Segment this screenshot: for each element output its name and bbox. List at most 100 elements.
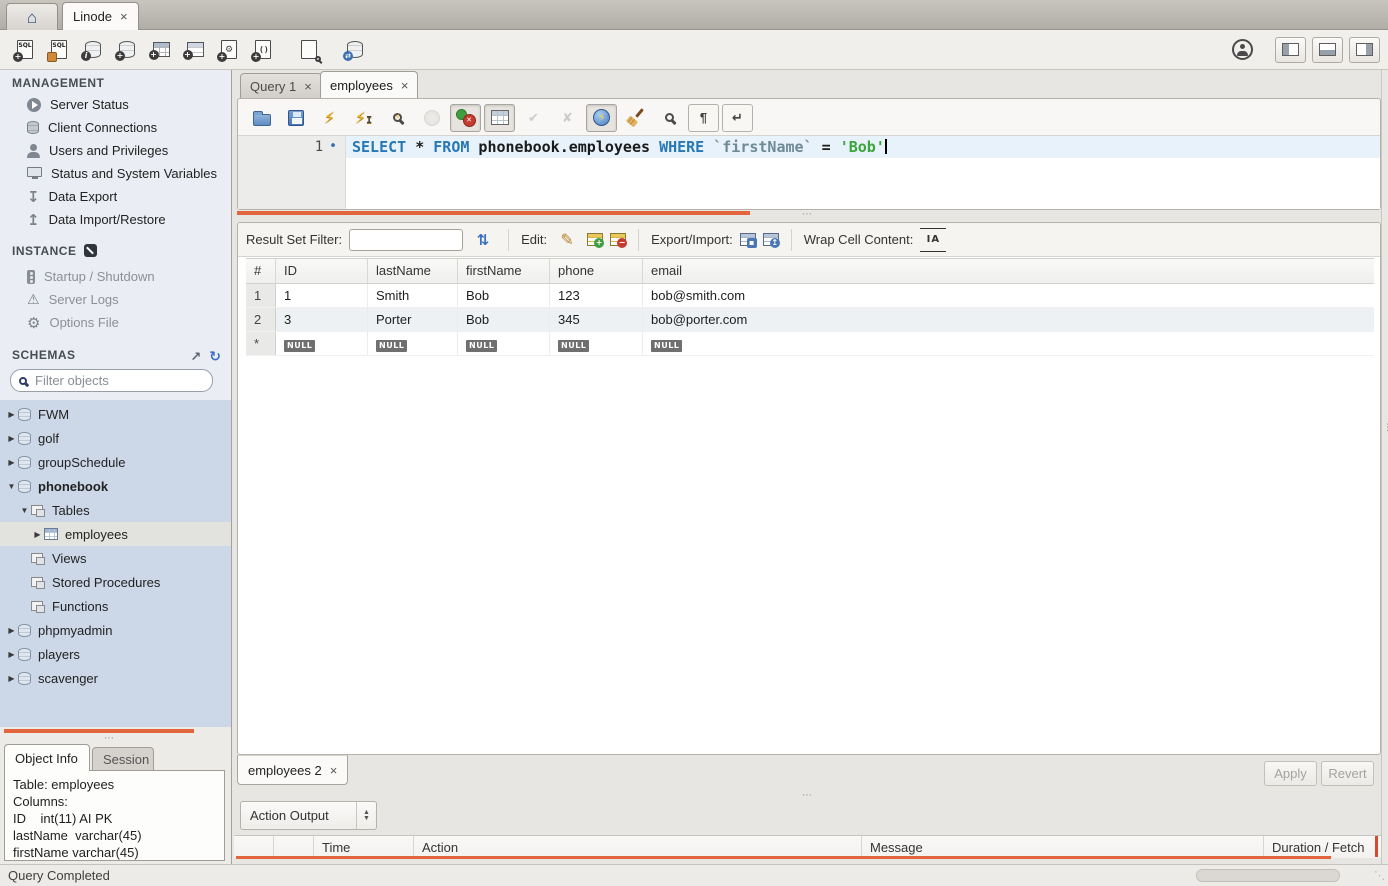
collapsed-expander-icon[interactable] [5,458,18,467]
open-script-button[interactable] [246,104,277,132]
sidebar-item-options-file[interactable]: Options File [0,311,231,334]
home-tab[interactable]: ⌂ [6,3,58,30]
tree-item-stored-procedures[interactable]: Stored Procedures [0,570,231,594]
tab-session[interactable]: Session [92,747,154,771]
output-column-duration-fetch[interactable]: Duration / Fetch [1264,836,1381,858]
import-records-icon[interactable]: ↥ [763,233,779,246]
tree-item-fwm[interactable]: FWM [0,402,231,426]
column-header-blank[interactable]: # [246,259,276,283]
close-icon[interactable]: × [120,9,128,24]
result-cell[interactable]: Smith [368,284,458,307]
result-cell[interactable]: NULL [276,332,368,355]
output-column-time[interactable]: Time [314,836,414,858]
sidebar-splitter-handle[interactable]: ⋯ [104,733,115,744]
output-column-icon[interactable] [234,836,274,858]
result-cell[interactable]: NULL [368,332,458,355]
result-cell[interactable]: bob@porter.com [643,308,1374,331]
autocommit-button[interactable] [586,104,617,132]
column-header-lastname[interactable]: lastName [368,259,458,283]
collapsed-expander-icon[interactable] [5,626,18,635]
word-wrap-button[interactable]: ↵ [722,104,753,132]
sidebar-item-client-connections[interactable]: Client Connections [0,116,231,139]
toggle-output-panel-button[interactable] [1312,37,1343,63]
execute-button[interactable]: ⚡ [314,104,345,132]
schema-filter-input[interactable] [33,372,183,389]
limit-rows-button[interactable] [484,104,515,132]
refresh-results-icon[interactable] [470,228,496,252]
sidebar-item-users-and-privileges[interactable]: Users and Privileges [0,139,231,162]
create-view-button[interactable] [178,35,212,65]
invisible-chars-button[interactable]: ¶ [688,104,719,132]
tree-item-scavenger[interactable]: scavenger [0,666,231,690]
sidebar-item-status-and-system-variables[interactable]: Status and System Variables [0,162,231,185]
apply-button[interactable]: Apply [1264,761,1317,786]
find-button[interactable] [654,104,685,132]
tree-item-groupschedule[interactable]: groupSchedule [0,450,231,474]
sidebar-item-startup-shutdown[interactable]: Startup / Shutdown [0,265,231,288]
collapsed-expander-icon[interactable] [5,410,18,419]
output-selector[interactable]: Action Output ▲▼ [240,801,377,830]
close-icon[interactable]: × [330,763,338,778]
connection-tab-linode[interactable]: Linode × [62,2,139,30]
expanded-expander-icon[interactable] [18,506,31,515]
insert-row-icon[interactable]: + [587,233,603,246]
result-cell[interactable]: NULL [550,332,643,355]
open-sql-script-button[interactable] [42,35,76,65]
execute-current-button[interactable]: ⚡ [348,104,379,132]
expand-schemas-icon[interactable] [190,349,201,365]
create-schema-button[interactable] [110,35,144,65]
create-table-button[interactable] [144,35,178,65]
column-header-email[interactable]: email [643,259,1374,283]
result-cell[interactable]: 123 [550,284,643,307]
account-icon[interactable] [1232,39,1253,60]
row-number-cell[interactable]: * [246,332,276,355]
sidebar-item-server-status[interactable]: Server Status [0,93,231,116]
save-script-button[interactable] [280,104,311,132]
beautify-button[interactable] [620,104,651,132]
wrap-cell-icon[interactable] [920,228,946,252]
toggle-sidebar-panel-button[interactable] [1275,37,1306,63]
result-cell[interactable]: Porter [368,308,458,331]
collapsed-expander-icon[interactable] [5,674,18,683]
result-set-tab[interactable]: employees 2 × [237,755,348,785]
new-query-tab-button[interactable] [8,35,42,65]
delete-row-icon[interactable]: − [610,233,626,246]
inspect-database-button[interactable] [76,35,110,65]
result-cell[interactable]: 1 [276,284,368,307]
editor-tab-query-1[interactable]: Query 1× [240,73,322,98]
sql-editor[interactable]: 1 • SELECT * FROM phonebook.employees WH… [238,135,1380,209]
stop-on-error-button[interactable] [450,104,481,132]
result-cell[interactable]: NULL [458,332,550,355]
refresh-schemas-icon[interactable] [209,348,221,365]
tree-item-players[interactable]: players [0,642,231,666]
output-splitter-handle[interactable]: ⋯ [802,790,813,801]
output-column-icon[interactable] [274,836,314,858]
horizontal-scrollbar-thumb[interactable] [1196,869,1340,882]
code-area[interactable]: SELECT * FROM phonebook.employees WHERE … [346,136,1380,209]
collapsed-expander-icon[interactable] [5,434,18,443]
revert-button[interactable]: Revert [1321,761,1374,786]
result-cell[interactable]: NULL [643,332,1374,355]
tree-item-functions[interactable]: Functions [0,594,231,618]
result-cell[interactable]: 345 [550,308,643,331]
result-cell[interactable]: Bob [458,308,550,331]
tree-item-tables[interactable]: Tables [0,498,231,522]
explain-button[interactable] [382,104,413,132]
export-results-icon[interactable]: ▪ [740,233,756,246]
result-cell[interactable]: 3 [276,308,368,331]
output-column-action[interactable]: Action [414,836,862,858]
result-filter-input[interactable] [349,229,463,251]
search-table-data-button[interactable] [292,35,326,65]
row-number-cell[interactable]: 1 [246,284,276,307]
close-icon[interactable]: × [304,79,312,94]
column-header-firstname[interactable]: firstName [458,259,550,283]
create-procedure-button[interactable] [212,35,246,65]
reconnect-dbms-button[interactable] [338,35,372,65]
expanded-expander-icon[interactable] [5,482,18,491]
tab-object-info[interactable]: Object Info [4,744,90,771]
toggle-secondary-sidebar-panel-button[interactable] [1349,37,1380,63]
tree-item-views[interactable]: Views [0,546,231,570]
create-function-button[interactable] [246,35,280,65]
edit-record-icon[interactable] [554,228,580,252]
row-number-cell[interactable]: 2 [246,308,276,331]
